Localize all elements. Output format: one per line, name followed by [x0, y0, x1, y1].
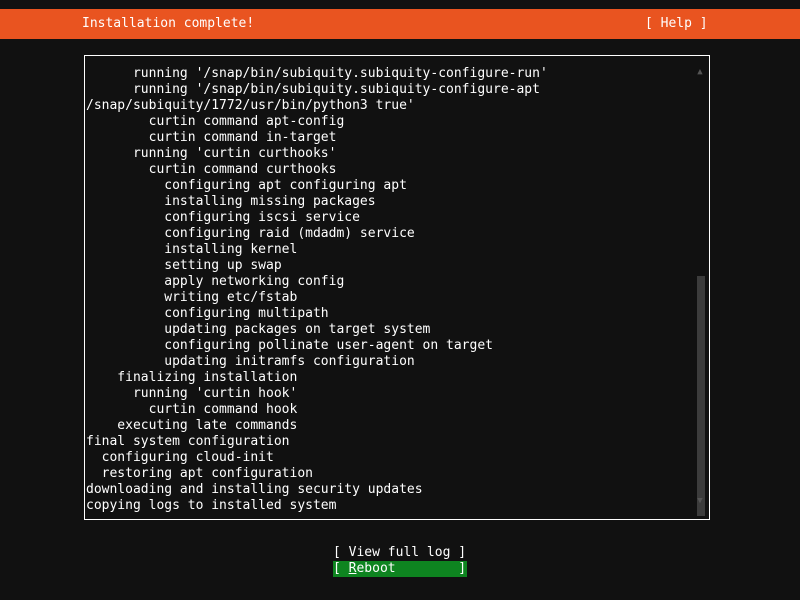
- scroll-down-arrow-icon[interactable]: ▼: [695, 496, 705, 506]
- log-line: running 'curtin curthooks': [86, 146, 337, 161]
- action-buttons: [ View full log ] [ Reboot ]: [0, 545, 800, 577]
- log-line: running '/snap/bin/subiquity.subiquity-c…: [86, 66, 548, 81]
- install-log-box: running '/snap/bin/subiquity.subiquity-c…: [84, 55, 710, 520]
- log-line: configuring multipath: [86, 306, 329, 321]
- log-line: curtin command apt-config: [86, 114, 345, 129]
- log-line: configuring iscsi service: [86, 210, 360, 225]
- scrollbar-track[interactable]: [696, 80, 705, 516]
- log-line: configuring raid (mdadm) service: [86, 226, 415, 241]
- log-line: final system configuration: [86, 434, 290, 449]
- scrollbar-thumb[interactable]: [697, 276, 705, 516]
- log-line: writing etc/fstab: [86, 290, 298, 305]
- page-title: Installation complete!: [82, 16, 255, 31]
- log-line: finalizing installation: [86, 370, 298, 385]
- reboot-label: eboot: [356, 561, 396, 576]
- log-line: downloading and installing security upda…: [86, 482, 423, 497]
- log-line: updating initramfs configuration: [86, 354, 415, 369]
- log-line: restoring apt configuration: [86, 466, 313, 481]
- log-line: executing late commands: [86, 418, 298, 433]
- log-line: curtin command curthooks: [86, 162, 337, 177]
- view-log-suffix: ]: [450, 545, 467, 560]
- log-scrollbar[interactable]: ▲ ▼: [695, 62, 705, 516]
- log-line: copying logs to installed system: [86, 498, 337, 513]
- view-full-log-button[interactable]: [ View full log ]: [333, 545, 467, 561]
- help-button[interactable]: [ Help ]: [645, 16, 708, 32]
- reboot-prefix: [: [333, 561, 349, 576]
- log-line: running '/snap/bin/subiquity.subiquity-c…: [86, 82, 540, 97]
- log-line: apply networking config: [86, 274, 345, 289]
- log-line: /snap/subiquity/1772/usr/bin/python3 tru…: [86, 98, 415, 113]
- log-line: installing kernel: [86, 242, 298, 257]
- scroll-up-arrow-icon[interactable]: ▲: [695, 67, 705, 77]
- log-line: running 'curtin hook': [86, 386, 298, 401]
- log-line: configuring cloud-init: [86, 450, 274, 465]
- install-log-output: running '/snap/bin/subiquity.subiquity-c…: [86, 66, 686, 518]
- log-line: installing missing packages: [86, 194, 376, 209]
- view-log-prefix: [: [333, 545, 349, 560]
- header-bar: Installation complete! [ Help ]: [0, 9, 800, 39]
- reboot-suffix: ]: [395, 561, 467, 576]
- view-log-label: View full log: [348, 545, 451, 560]
- reboot-button[interactable]: [ Reboot ]: [333, 561, 467, 577]
- log-line: curtin command hook: [86, 402, 298, 417]
- log-line: curtin command in-target: [86, 130, 337, 145]
- log-line: updating packages on target system: [86, 322, 431, 337]
- log-line: setting up swap: [86, 258, 282, 273]
- log-line: configuring apt configuring apt: [86, 178, 407, 193]
- log-line: configuring pollinate user-agent on targ…: [86, 338, 493, 353]
